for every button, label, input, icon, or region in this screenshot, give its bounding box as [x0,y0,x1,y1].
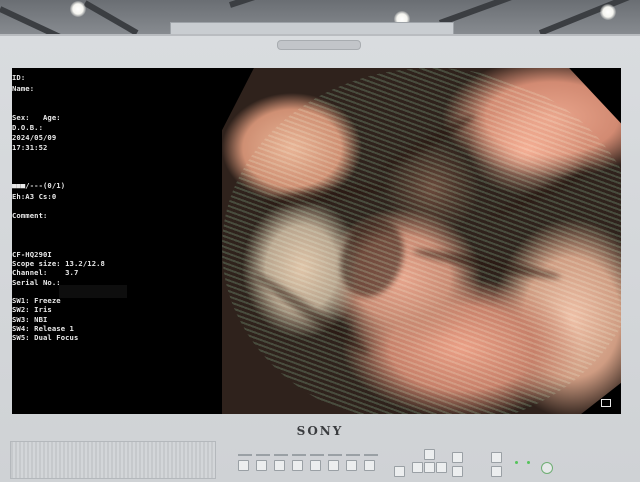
nav-down-button[interactable] [412,462,423,473]
osd-scope-model: CF-HQ290I [12,250,52,259]
osd-sw4: SW4: Release 1 [12,324,74,333]
status-led [515,461,518,464]
mucosa-texture [222,68,621,414]
button-label-mark [238,454,252,456]
nav-enter-button[interactable] [424,462,435,473]
osd-sex-age: Sex: Age: [12,113,61,122]
osd-sw5: SW5: Dual Focus [12,333,79,342]
osd-enhance-status: ■■■/---(0/1) [12,181,66,190]
ceiling-beam [83,0,139,36]
osd-channel: Channel: 3.7 [12,268,79,277]
panel-button[interactable] [346,460,357,471]
panel-button[interactable] [256,460,267,471]
panel-button[interactable] [364,460,375,471]
nav-up-button[interactable] [424,449,435,460]
panel-button[interactable] [328,460,339,471]
osd-comment-label: Comment: [12,211,48,220]
monitor-screen: ID: Name: Sex: Age: D.O.B.: 2024/05/09 1… [12,68,621,414]
button-label-mark [310,454,324,456]
osd-sw2: SW2: Iris [12,305,52,314]
ceiling-light [70,1,86,17]
osd-id-label: ID: [12,73,26,82]
button-label-mark [364,454,378,456]
panel-button[interactable] [274,460,285,471]
input-select-button-2[interactable] [491,466,502,477]
panel-button[interactable] [238,460,249,471]
status-led [527,461,530,464]
nav-left-button[interactable] [394,466,405,477]
ceiling-beam [229,0,317,8]
osd-date: 2024/05/09 [12,133,57,142]
panel-button[interactable] [310,460,321,471]
bezel-handle [277,40,361,50]
osd-scope-size: Scope size: 13.2/12.8 [12,259,105,268]
button-label-mark [256,454,270,456]
input-select-button[interactable] [491,452,502,463]
button-label-mark [292,454,306,456]
power-icon[interactable] [541,462,553,474]
osd-time: 17:31:52 [12,143,48,152]
patient-info-overlay: ID: Name: Sex: Age: D.O.B.: 2024/05/09 1… [12,68,105,342]
osd-eh-cs: Eh:A3 Cs:0 [12,192,57,201]
nav-right-button[interactable] [436,462,447,473]
brand-logo: SONY [296,424,344,438]
osd-sw1: SW1: Freeze [12,296,61,305]
button-label-mark [274,454,288,456]
display-mode-icon [601,399,611,407]
menu-button-2[interactable] [452,466,463,477]
endoscopic-image [222,68,621,414]
speaker-grille [10,441,216,479]
serial-redaction [59,285,127,298]
osd-sw3: SW3: NBI [12,315,48,324]
ceiling-light [600,4,616,20]
button-label-mark [328,454,342,456]
button-label-mark [346,454,360,456]
osd-dob-label: D.O.B.: [12,123,43,132]
osd-serial-label: Serial No.: [12,278,61,287]
osd-name-label: Name: [12,84,35,93]
ceiling-beam [538,0,634,36]
panel-button[interactable] [292,460,303,471]
menu-button[interactable] [452,452,463,463]
